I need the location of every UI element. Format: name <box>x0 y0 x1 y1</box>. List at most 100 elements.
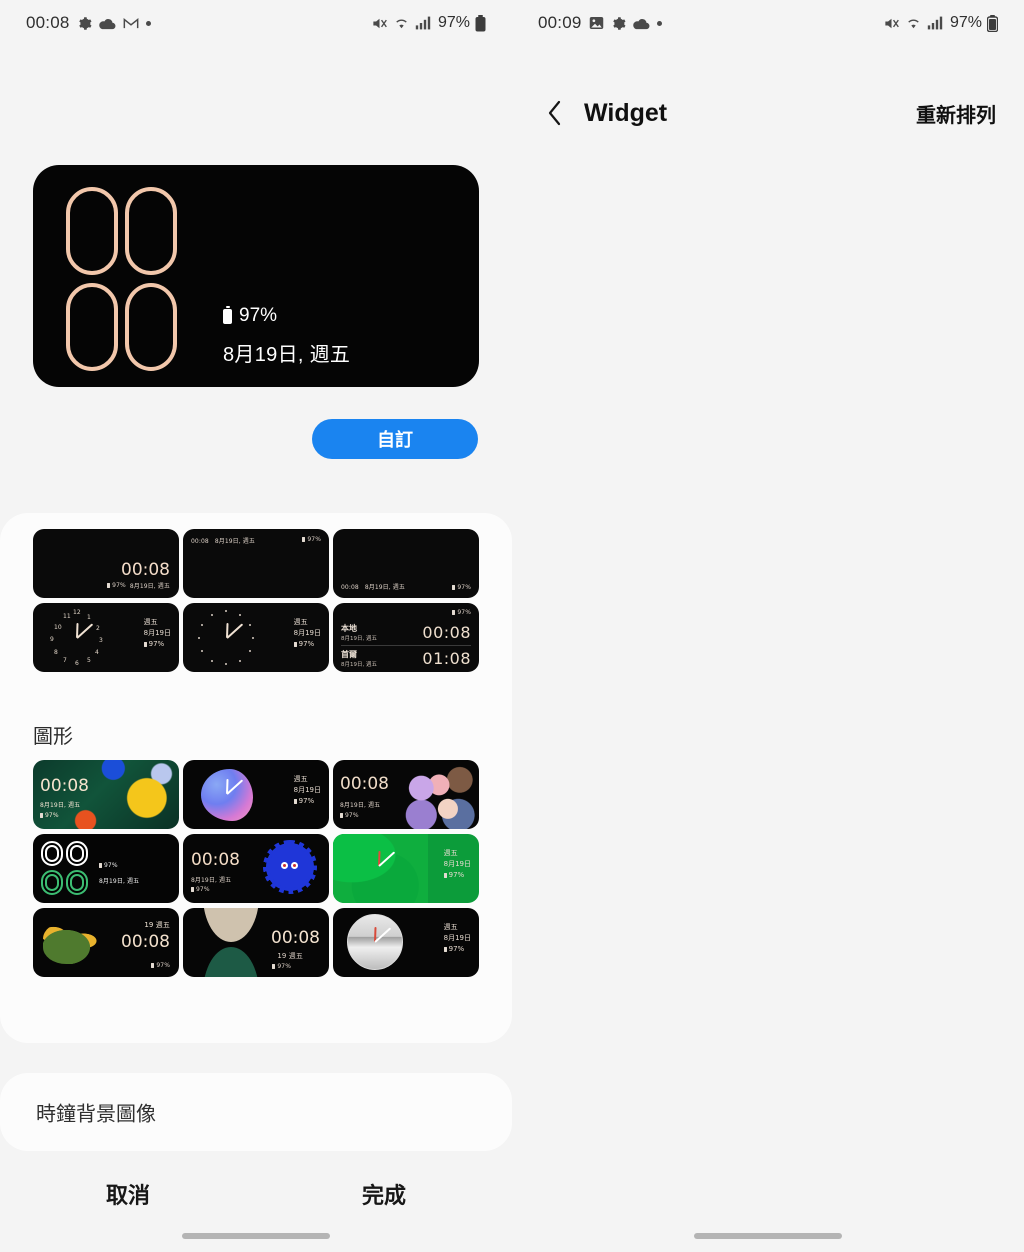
page-title: Widget <box>584 98 668 127</box>
face-date: 8月19日, 週五 <box>129 583 170 590</box>
face-date: 8月19日 <box>293 785 321 794</box>
battery-icon <box>475 14 486 32</box>
face-battery: 97% <box>272 963 291 970</box>
graphic-face-dinosaur[interactable]: 19 週五 00:08 97% <box>33 908 179 977</box>
mute-icon <box>883 16 900 31</box>
status-battery-percent: 97% <box>437 14 470 31</box>
face-meta: 00:08 8月19日, 週五 <box>341 582 405 591</box>
graphic-faces-grid: 00:08 8月19日, 週五 97% 週五 8月19日 97% 00:08 8… <box>33 760 479 977</box>
status-bar: 00:09 97% <box>512 0 1024 46</box>
status-bar-left: 00:08 <box>26 13 151 33</box>
moon-bottom-shape <box>203 947 259 977</box>
face-date: 8月19日, 週五 <box>191 877 232 884</box>
face-date: 8月19日 <box>443 859 471 868</box>
dual-date: 8月19日, 週五 <box>341 636 377 642</box>
app-bar: Widget 重新排列 <box>512 80 1024 146</box>
cloud-icon <box>632 17 650 30</box>
face-daynum: 19 <box>144 921 154 929</box>
graphic-face-outline-rings[interactable]: 00 08 97% 8月19日, 週五 <box>33 834 179 903</box>
face-battery: 97% <box>452 584 471 591</box>
face-battery: 97% <box>340 812 359 819</box>
home-indicator[interactable] <box>182 1233 330 1239</box>
clock-face-analog-dots[interactable]: 週五 8月19日 97% <box>183 603 329 672</box>
status-time: 00:08 <box>26 13 70 32</box>
analog-clock-icon: 12 1 2 3 4 5 6 7 8 9 10 11 <box>50 609 103 667</box>
face-date: 8月19日, 週五 <box>99 878 140 885</box>
cloud-icon <box>98 17 116 30</box>
face-meta: 週五 8月19日 97% <box>143 617 171 650</box>
dual-city: 首爾 <box>341 650 357 659</box>
digit-eight-glyph <box>125 283 177 371</box>
clock-face-digital-top[interactable]: 00:08 8月19日, 週五 97% <box>183 529 329 598</box>
clock-wallpaper-row[interactable]: 時鐘背景圖像 <box>0 1073 512 1151</box>
graphic-face-artwork-analog[interactable]: 週五 8月19日 97% <box>333 908 479 977</box>
clock-preview-hour-row <box>66 187 177 275</box>
face-date: 8月19日, 週五 <box>364 584 405 591</box>
wifi-icon <box>393 16 410 31</box>
right-screen: 00:09 97% Widget 重新排列 <box>512 0 1024 1252</box>
graphic-face-floral[interactable]: 00:08 8月19日, 週五 97% <box>33 760 179 829</box>
graphic-face-emoji-friends[interactable]: 00:08 8月19日, 週五 97% <box>333 760 479 829</box>
done-button[interactable]: 完成 <box>256 1166 512 1222</box>
face-meta: 週五 8月19日 97% <box>443 848 471 881</box>
face-date: 8月19日, 週五 <box>214 538 255 545</box>
face-meta: 97% 8月19日, 週五 <box>107 581 170 590</box>
spiky-character-icon <box>263 840 317 894</box>
gear-icon <box>611 16 626 31</box>
status-time: 00:09 <box>538 13 582 32</box>
clock-face-digital-right[interactable]: 00:08 97% 8月19日, 週五 <box>33 529 179 598</box>
analog-dot-clock-icon <box>198 610 254 665</box>
face-time: 00:08 <box>191 538 209 545</box>
face-battery: 97% <box>99 862 118 869</box>
face-battery: 97% <box>151 962 170 969</box>
action-bar: 取消 完成 <box>0 1166 512 1222</box>
clock-face-analog-numerals[interactable]: 12 1 2 3 4 5 6 7 8 9 10 11 週五 8月19日 97% <box>33 603 179 672</box>
clock-face-dual-clock[interactable]: 97% 本地 8月19日, 週五 00:08 首爾 8月19日, 週五 01:0… <box>333 603 479 672</box>
clock-preview-minute-row <box>66 283 177 371</box>
wifi-icon <box>905 16 922 31</box>
home-indicator[interactable] <box>694 1233 842 1239</box>
face-day: 週五 <box>155 921 170 929</box>
face-battery: 97% <box>302 536 321 543</box>
graphic-face-gradient-blob[interactable]: 週五 8月19日 97% <box>183 760 329 829</box>
emoji-avatars <box>405 766 479 829</box>
graphic-face-moon-shapes[interactable]: 00:08 19 週五 97% <box>183 908 329 977</box>
face-battery: 97% <box>452 609 471 616</box>
clock-preview-battery: 97% <box>239 305 278 326</box>
mute-icon <box>371 16 388 31</box>
face-time: 00:08 <box>191 850 240 870</box>
leaf-shape <box>333 834 428 903</box>
face-date: 8月19日, 週五 <box>340 802 381 809</box>
dual-date: 8月19日, 週五 <box>341 662 377 668</box>
customize-button[interactable]: 自訂 <box>312 419 478 459</box>
graphic-face-green-leaf[interactable]: 週五 8月19日 97% <box>333 834 479 903</box>
face-battery: 97% <box>143 639 164 650</box>
clock-preview: 00 08 97% 8月19日, 週五 <box>33 165 479 387</box>
face-day: 週五 <box>443 849 458 857</box>
clock-preview-digits: 00 08 <box>66 187 177 371</box>
graphic-face-spiky-character[interactable]: 00:08 8月19日, 週五 97% <box>183 834 329 903</box>
face-meta: 00:08 8月19日, 週五 <box>191 536 255 545</box>
gmail-icon <box>123 17 139 30</box>
ring-minute <box>41 870 88 895</box>
image-icon <box>589 16 604 30</box>
face-meta: 週五 8月19日 97% <box>293 774 321 807</box>
face-battery: 97% <box>293 796 314 807</box>
back-icon[interactable] <box>540 98 570 128</box>
face-day: 週五 <box>293 775 308 783</box>
status-bar-right: 97% <box>371 14 486 32</box>
status-bar: 00:08 97% <box>0 0 512 46</box>
clock-faces-grid: 00:08 97% 8月19日, 週五 00:08 8月19日, 週五 97% … <box>33 529 479 672</box>
face-day: 週五 <box>443 923 458 931</box>
face-battery: 97% <box>293 639 314 650</box>
face-meta: 週五 8月19日 97% <box>293 617 321 650</box>
dot-icon <box>145 20 151 26</box>
face-time: 00:08 <box>271 928 320 948</box>
battery-icon <box>986 14 999 32</box>
rearrange-button[interactable]: 重新排列 <box>916 99 996 128</box>
clock-preview-battery-row: 97% <box>223 305 350 327</box>
clock-preview-minute <box>66 283 177 371</box>
clock-face-digital-bottom[interactable]: 00:08 8月19日, 週五 97% <box>333 529 479 598</box>
clock-wallpaper-label: 時鐘背景圖像 <box>36 1103 156 1126</box>
cancel-button[interactable]: 取消 <box>0 1166 256 1222</box>
